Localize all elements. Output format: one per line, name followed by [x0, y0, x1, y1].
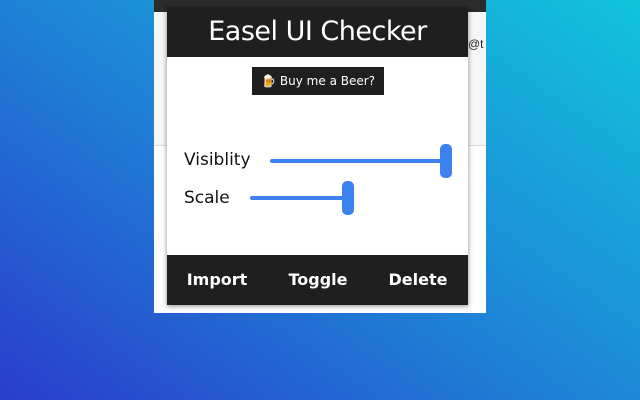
- extension-popup: Easel UI Checker 🍺 Buy me a Beer? Visibli…: [167, 7, 468, 305]
- popup-footer: Import Toggle Delete: [167, 255, 468, 305]
- scale-label: Scale: [184, 188, 230, 208]
- visibility-slider-thumb[interactable]: [440, 144, 452, 178]
- visibility-slider-track[interactable]: [270, 159, 446, 163]
- popup-title: Easel UI Checker: [167, 7, 468, 57]
- buy-me-a-beer-label: Buy me a Beer?: [279, 74, 376, 88]
- visibility-label: Visiblity: [184, 150, 251, 170]
- beer-mug-icon: 🍺: [260, 74, 276, 88]
- buy-me-a-beer-button[interactable]: 🍺 Buy me a Beer?: [252, 67, 384, 95]
- delete-button[interactable]: Delete: [378, 255, 458, 305]
- import-button[interactable]: Import: [177, 255, 257, 305]
- scale-slider-thumb[interactable]: [342, 181, 354, 215]
- toggle-button[interactable]: Toggle: [278, 255, 358, 305]
- webpage-text-fragment: @t: [468, 37, 484, 51]
- scale-slider-track[interactable]: [250, 196, 348, 200]
